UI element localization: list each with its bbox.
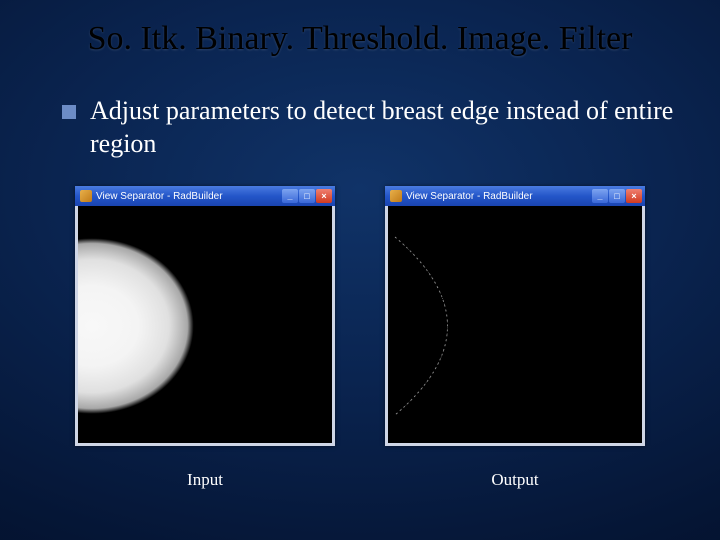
window-input: View Separator - RadBuilder _ □ × — [75, 186, 335, 446]
image-viewport-input — [78, 206, 332, 443]
figures-row: View Separator - RadBuilder _ □ × Input — [0, 186, 720, 490]
close-button[interactable]: × — [626, 189, 642, 203]
bullet-row: Adjust parameters to detect breast edge … — [62, 95, 680, 160]
maximize-button[interactable]: □ — [299, 189, 315, 203]
titlebar-input: View Separator - RadBuilder _ □ × — [75, 186, 335, 206]
minimize-button[interactable]: _ — [592, 189, 608, 203]
caption-output: Output — [491, 470, 538, 490]
bullet-marker-icon — [62, 105, 76, 119]
figure-input: View Separator - RadBuilder _ □ × Input — [75, 186, 335, 490]
minimize-button[interactable]: _ — [282, 189, 298, 203]
slide: So. Itk. Binary. Threshold. Image. Filte… — [0, 0, 720, 540]
titlebar-output: View Separator - RadBuilder _ □ × — [385, 186, 645, 206]
app-icon — [390, 190, 402, 202]
input-image-content — [78, 231, 218, 421]
caption-input: Input — [187, 470, 223, 490]
window-title-output: View Separator - RadBuilder — [406, 191, 533, 202]
close-button[interactable]: × — [316, 189, 332, 203]
image-viewport-output — [388, 206, 642, 443]
titlebar-left: View Separator - RadBuilder — [390, 190, 533, 202]
maximize-button[interactable]: □ — [609, 189, 625, 203]
window-output: View Separator - RadBuilder _ □ × — [385, 186, 645, 446]
window-controls: _ □ × — [282, 189, 332, 203]
window-title-input: View Separator - RadBuilder — [96, 191, 223, 202]
window-controls: _ □ × — [592, 189, 642, 203]
titlebar-left: View Separator - RadBuilder — [80, 190, 223, 202]
slide-title: So. Itk. Binary. Threshold. Image. Filte… — [0, 20, 720, 58]
figure-output: View Separator - RadBuilder _ □ × — [385, 186, 645, 490]
output-image-content — [390, 231, 520, 421]
bullet-text: Adjust parameters to detect breast edge … — [90, 95, 680, 160]
app-icon — [80, 190, 92, 202]
